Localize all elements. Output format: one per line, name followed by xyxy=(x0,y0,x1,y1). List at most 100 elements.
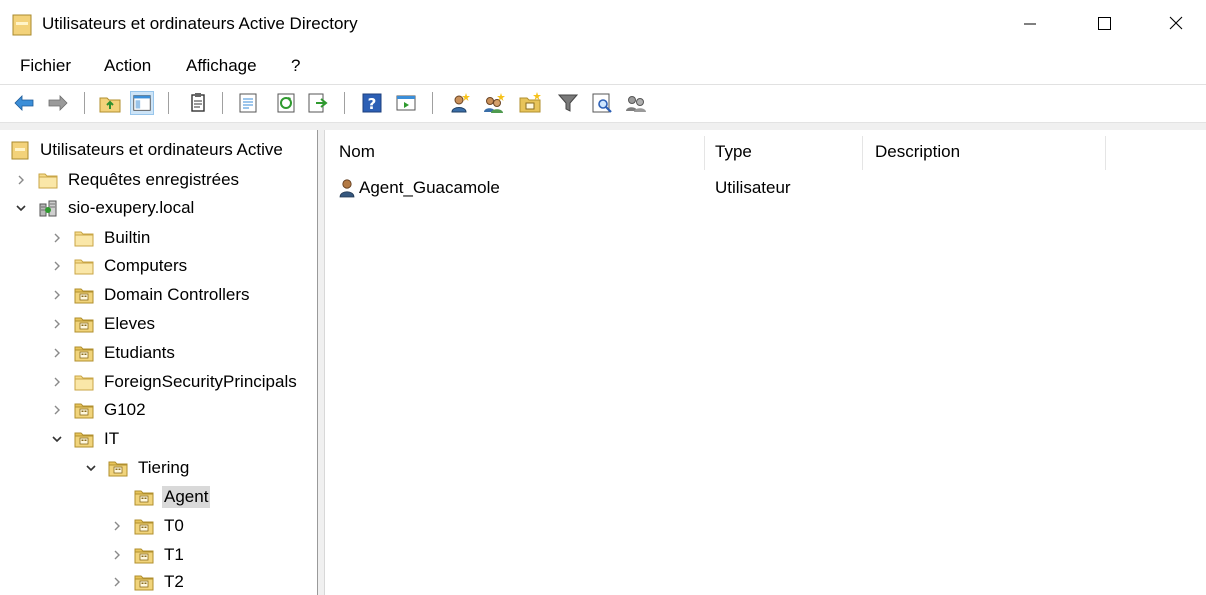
delegate-icon[interactable] xyxy=(624,91,648,115)
chevron-right-icon[interactable] xyxy=(110,519,124,533)
tree-item-foreign-security-principals[interactable]: ForeignSecurityPrincipals xyxy=(50,369,299,395)
tree-item-label: T1 xyxy=(164,545,184,564)
results-list-pane: Nom Type Description Agent_Guacamole Uti… xyxy=(325,130,1206,595)
close-button[interactable] xyxy=(1146,0,1206,46)
find-icon[interactable] xyxy=(590,91,614,115)
chevron-right-icon[interactable] xyxy=(14,173,28,187)
svg-text:?: ? xyxy=(368,95,377,113)
chevron-right-icon[interactable] xyxy=(50,259,64,273)
chevron-right-icon[interactable] xyxy=(50,375,64,389)
tree-item-label: Eleves xyxy=(104,314,156,333)
toolbar-separator xyxy=(222,92,223,114)
tree-item-saved-queries[interactable]: Requêtes enregistrées xyxy=(14,167,241,193)
tree-item-t1[interactable]: T1 xyxy=(110,542,186,568)
minimize-icon xyxy=(1024,23,1036,25)
toolbar-separator xyxy=(168,92,169,114)
tree-item-builtin[interactable]: Builtin xyxy=(50,225,152,251)
console-view-icon[interactable] xyxy=(394,91,418,115)
menu-help[interactable]: ? xyxy=(291,56,300,76)
folder-icon xyxy=(74,257,94,275)
tree-item-tiering[interactable]: Tiering xyxy=(84,455,191,481)
show-tree-icon[interactable] xyxy=(130,91,154,115)
chevron-right-icon[interactable] xyxy=(110,548,124,562)
column-header-type[interactable]: Type xyxy=(715,142,752,162)
export-list-icon[interactable] xyxy=(306,91,330,115)
tree-item-label: G102 xyxy=(104,400,146,419)
tree-item-label: T2 xyxy=(164,572,184,591)
column-header-nom[interactable]: Nom xyxy=(339,142,375,162)
new-group-icon[interactable] xyxy=(482,91,506,115)
tree-item-label: Computers xyxy=(104,256,188,275)
menu-affichage[interactable]: Affichage xyxy=(186,56,257,76)
tree-item-domain[interactable]: sio-exupery.local xyxy=(14,195,196,221)
chevron-down-icon[interactable] xyxy=(14,201,28,215)
tree-item-t0[interactable]: T0 xyxy=(110,513,186,539)
chevron-down-icon[interactable] xyxy=(84,461,98,475)
tree-item-g102[interactable]: G102 xyxy=(50,397,148,423)
pane-splitter[interactable] xyxy=(317,130,325,595)
tree-item-label: Agent xyxy=(162,486,211,508)
folder-icon xyxy=(74,373,94,391)
chevron-right-icon[interactable] xyxy=(50,403,64,417)
tree-item-root[interactable]: Utilisateurs et ordinateurs Active xyxy=(10,137,285,163)
tree-item-label: Tiering xyxy=(138,458,190,477)
menu-bar: Fichier Action Affichage ? xyxy=(0,50,1206,82)
tree-item-label: Requêtes enregistrées xyxy=(68,170,240,189)
new-user-icon[interactable] xyxy=(448,91,472,115)
chevron-down-icon[interactable] xyxy=(50,432,64,446)
forward-arrow-icon[interactable] xyxy=(46,91,70,115)
ou-folder-icon xyxy=(134,488,154,506)
domain-icon xyxy=(39,200,57,217)
tree-item-agent[interactable]: Agent xyxy=(134,484,211,510)
chevron-right-icon[interactable] xyxy=(50,231,64,245)
ad-console-icon xyxy=(12,14,32,36)
help-icon[interactable]: ? xyxy=(360,91,384,115)
tree-item-it[interactable]: IT xyxy=(50,426,121,452)
ou-folder-icon xyxy=(134,517,154,535)
tree-item-label: Domain Controllers xyxy=(104,285,250,304)
toolbar: ? xyxy=(0,84,1206,122)
chevron-right-icon[interactable] xyxy=(50,346,64,360)
ou-folder-icon xyxy=(108,459,128,477)
column-header-description[interactable]: Description xyxy=(875,142,960,162)
properties-icon[interactable] xyxy=(236,91,260,115)
cell-type: Utilisateur xyxy=(715,178,791,197)
back-arrow-icon[interactable] xyxy=(12,91,36,115)
tree-item-domain-controllers[interactable]: Domain Controllers xyxy=(50,282,252,308)
folder-icon xyxy=(74,229,94,247)
column-divider[interactable] xyxy=(862,136,863,170)
title-bar: Utilisateurs et ordinateurs Active Direc… xyxy=(0,0,1206,50)
ou-folder-icon xyxy=(74,286,94,304)
menu-fichier[interactable]: Fichier xyxy=(20,56,71,76)
tree-item-t2[interactable]: T2 xyxy=(110,569,186,595)
ou-folder-icon xyxy=(134,573,154,591)
ou-folder-icon xyxy=(74,401,94,419)
cell-name: Agent_Guacamole xyxy=(359,178,500,197)
close-icon xyxy=(1169,16,1183,30)
column-divider[interactable] xyxy=(704,136,705,170)
tree-item-computers[interactable]: Computers xyxy=(50,253,189,279)
tree-item-label: sio-exupery.local xyxy=(68,198,195,217)
up-folder-icon[interactable] xyxy=(98,91,122,115)
chevron-right-icon[interactable] xyxy=(50,317,64,331)
chevron-right-icon[interactable] xyxy=(50,288,64,302)
minimize-button[interactable] xyxy=(1000,0,1060,46)
chevron-right-icon[interactable] xyxy=(110,575,124,589)
copy-icon[interactable] xyxy=(186,91,210,115)
ou-folder-icon xyxy=(134,546,154,564)
toolbar-divider xyxy=(0,122,1206,130)
filter-icon[interactable] xyxy=(556,91,580,115)
window-title: Utilisateurs et ordinateurs Active Direc… xyxy=(42,14,358,33)
tree-item-eleves[interactable]: Eleves xyxy=(50,311,157,337)
console-tree-pane: Utilisateurs et ordinateurs Active Requê… xyxy=(0,130,317,595)
menu-action[interactable]: Action xyxy=(104,56,151,76)
column-divider[interactable] xyxy=(1105,136,1106,170)
tree-item-etudiants[interactable]: Etudiants xyxy=(50,340,177,366)
maximize-button[interactable] xyxy=(1074,0,1134,46)
list-item[interactable]: Agent_Guacamole Utilisateur xyxy=(335,176,1195,202)
toolbar-separator xyxy=(84,92,85,114)
new-ou-icon[interactable] xyxy=(518,91,542,115)
refresh-icon[interactable] xyxy=(274,91,298,115)
ou-folder-icon xyxy=(74,344,94,362)
toolbar-separator xyxy=(344,92,345,114)
